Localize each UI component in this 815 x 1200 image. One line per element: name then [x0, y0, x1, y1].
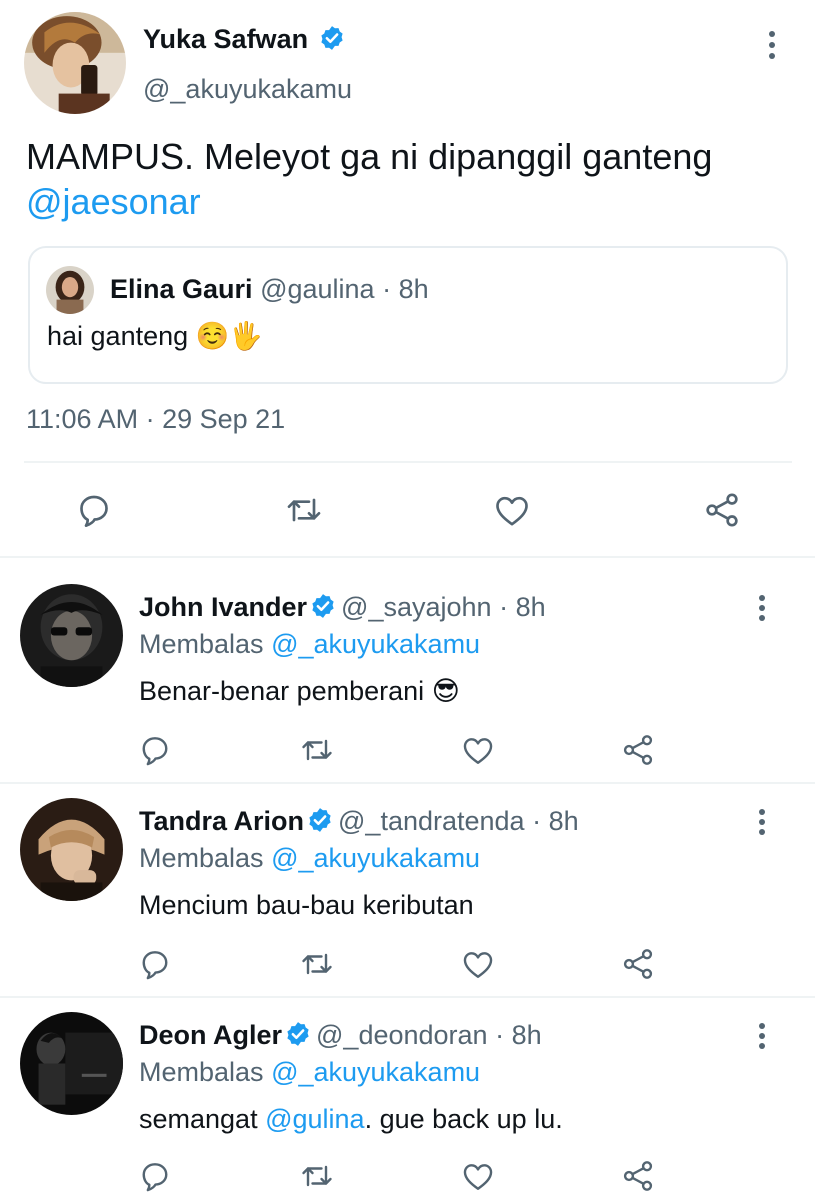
reply-tweet[interactable]: Tandra Arion @_tandratenda · 8h Membalas … — [0, 798, 815, 1012]
reply-time[interactable]: 8h — [516, 592, 546, 622]
reply-meta: John Ivander @_sayajohn · 8h — [139, 592, 546, 622]
more-vertical-icon[interactable] — [762, 31, 782, 59]
verified-badge-icon — [318, 24, 346, 52]
reply-meta: Tandra Arion @_tandratenda · 8h — [139, 806, 579, 836]
reply-author-name[interactable]: John Ivander — [139, 592, 307, 622]
quoted-tweet[interactable]: Elina Gauri @gaulina · 8h hai ganteng ☺️… — [28, 246, 788, 384]
divider — [0, 556, 815, 558]
reply-handle[interactable]: @_tandratenda — [338, 806, 525, 836]
quoted-handle[interactable]: @gaulina — [260, 274, 375, 304]
tweet-timestamp[interactable]: 11:06 AM · 29 Sep 21 — [26, 404, 285, 435]
emoji-smile-wave: ☺️🖐 — [195, 321, 263, 351]
replying-to: Membalas @_akuyukakamu — [139, 843, 481, 873]
reply-meta: Deon Agler @_deondoran · 8h — [139, 1020, 542, 1050]
reply-button[interactable] — [74, 490, 114, 530]
reply-button[interactable] — [137, 946, 173, 982]
avatar-deon[interactable] — [20, 1012, 123, 1115]
reply-time[interactable]: 8h — [512, 1020, 542, 1050]
retweet-icon — [298, 1158, 336, 1194]
reply-icon — [74, 490, 114, 530]
share-icon — [620, 946, 656, 982]
like-button[interactable] — [492, 490, 532, 530]
retweet-button[interactable] — [283, 490, 325, 530]
reply-icon — [137, 1158, 173, 1194]
mention-link[interactable]: @jaesonar — [26, 181, 201, 222]
reply-author-name[interactable]: Tandra Arion — [139, 806, 304, 836]
retweet-icon — [298, 732, 336, 768]
reply-to-mention[interactable]: @_akuyukakamu — [271, 843, 480, 873]
replying-to: Membalas @_akuyukakamu — [139, 629, 481, 659]
reply-handle[interactable]: @_sayajohn — [341, 592, 492, 622]
tweet-text: MAMPUS. Meleyot ga ni dipanggil ganteng … — [26, 136, 713, 222]
reply-time[interactable]: 8h — [549, 806, 579, 836]
share-icon — [620, 1158, 656, 1194]
quoted-meta: Elina Gauri @gaulina · 8h — [110, 274, 429, 304]
reply-text: semangat @gulina. gue back up lu. — [139, 1104, 563, 1134]
emoji-sunglasses: 😎 — [431, 676, 460, 706]
author-name[interactable]: Yuka Safwan — [143, 24, 346, 55]
mention-link[interactable]: @gulina — [265, 1104, 364, 1134]
heart-icon — [460, 732, 496, 768]
author-handle[interactable]: @_akuyukakamu — [143, 74, 352, 105]
avatar-yuka[interactable] — [24, 12, 126, 114]
reply-to-mention[interactable]: @_akuyukakamu — [271, 1057, 480, 1087]
like-button[interactable] — [460, 946, 496, 982]
divider — [24, 461, 792, 463]
verified-badge-icon — [306, 806, 334, 834]
reply-text: Mencium bau-bau keributan — [139, 890, 474, 920]
reply-tweet[interactable]: John Ivander @_sayajohn · 8h Membalas @_a… — [0, 584, 815, 798]
heart-icon — [460, 1158, 496, 1194]
avatar-elina[interactable] — [46, 266, 94, 314]
share-button[interactable] — [620, 1158, 656, 1194]
like-button[interactable] — [460, 732, 496, 768]
heart-icon — [460, 946, 496, 982]
reply-handle[interactable]: @_deondoran — [316, 1020, 488, 1050]
retweet-button[interactable] — [298, 732, 336, 768]
retweet-icon — [298, 946, 336, 982]
quoted-time[interactable]: 8h — [399, 274, 429, 304]
reply-text: Benar-benar pemberani 😎 — [139, 676, 460, 706]
replying-to: Membalas @_akuyukakamu — [139, 1057, 481, 1087]
share-icon — [620, 732, 656, 768]
reply-author-name[interactable]: Deon Agler — [139, 1020, 282, 1050]
divider — [0, 782, 815, 784]
reply-icon — [137, 946, 173, 982]
retweet-icon — [283, 490, 325, 530]
quoted-text: hai ganteng ☺️🖐 — [47, 321, 263, 351]
reply-button[interactable] — [137, 732, 173, 768]
more-vertical-icon[interactable] — [752, 1023, 772, 1049]
avatar-tandra[interactable] — [20, 798, 123, 901]
avatar-john[interactable] — [20, 584, 123, 687]
retweet-button[interactable] — [298, 1158, 336, 1194]
more-vertical-icon[interactable] — [752, 595, 772, 621]
divider — [0, 996, 815, 998]
reply-to-mention[interactable]: @_akuyukakamu — [271, 629, 480, 659]
share-button[interactable] — [620, 946, 656, 982]
share-button[interactable] — [620, 732, 656, 768]
like-button[interactable] — [460, 1158, 496, 1194]
heart-icon — [492, 490, 532, 530]
share-icon — [702, 490, 742, 530]
quoted-author-name[interactable]: Elina Gauri — [110, 274, 253, 304]
retweet-button[interactable] — [298, 946, 336, 982]
reply-icon — [137, 732, 173, 768]
reply-tweet[interactable]: Deon Agler @_deondoran · 8h Membalas @_ak… — [0, 1012, 815, 1200]
verified-badge-icon — [309, 592, 337, 620]
share-button[interactable] — [702, 490, 742, 530]
reply-button[interactable] — [137, 1158, 173, 1194]
more-vertical-icon[interactable] — [752, 809, 772, 835]
verified-badge-icon — [284, 1020, 312, 1048]
